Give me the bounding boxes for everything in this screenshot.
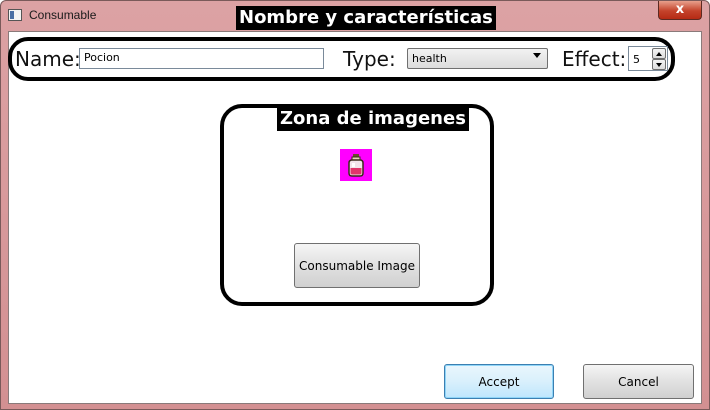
type-select[interactable]: health — [407, 48, 548, 69]
arrow-up-icon — [656, 52, 662, 56]
accept-button-label: Accept — [478, 374, 520, 389]
client-area: Nombre y características Name: Pocion Ty… — [8, 6, 702, 404]
stepper-down-button[interactable] — [652, 59, 666, 70]
consumable-window: Consumable x Nombre y características Na… — [0, 0, 710, 410]
close-button[interactable]: x — [658, 1, 702, 20]
chevron-down-icon — [533, 53, 541, 58]
potion-icon — [340, 149, 372, 181]
window-title: Consumable — [29, 8, 97, 22]
window-app-icon — [8, 9, 22, 21]
type-select-value: health — [412, 52, 447, 65]
consumable-image-button[interactable]: Consumable Image — [294, 243, 420, 288]
cancel-button[interactable]: Cancel — [583, 364, 694, 399]
accept-button[interactable]: Accept — [444, 364, 554, 399]
effect-stepper[interactable]: 5 — [628, 46, 668, 71]
stepper-up-button[interactable] — [652, 48, 666, 59]
consumable-image-button-label: Consumable Image — [299, 258, 415, 273]
cancel-button-label: Cancel — [618, 374, 659, 389]
characteristics-group-title: Nombre y características — [236, 6, 496, 30]
name-input[interactable]: Pocion — [79, 48, 324, 69]
close-icon: x — [675, 2, 685, 17]
effect-label: Effect: — [562, 47, 627, 71]
images-group-title: Zona de imagenes — [277, 107, 469, 131]
name-label: Name: — [15, 47, 81, 71]
effect-stepper-value: 5 — [633, 53, 640, 66]
name-input-value: Pocion — [84, 51, 120, 64]
arrow-down-icon — [656, 63, 662, 67]
type-label: Type: — [343, 47, 396, 71]
